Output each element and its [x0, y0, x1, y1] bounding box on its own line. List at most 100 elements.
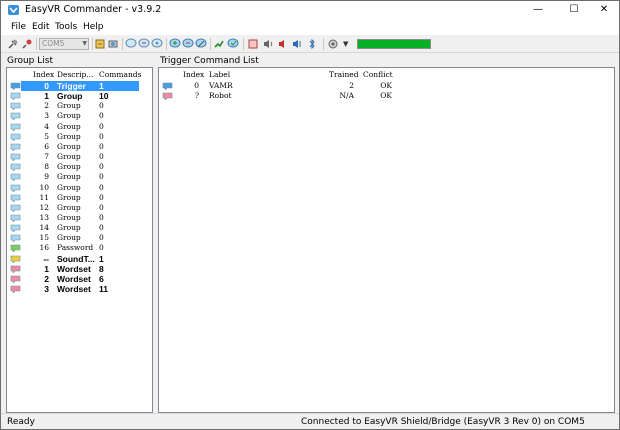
group-commands: 0 [99, 202, 104, 212]
column-header-commands[interactable]: Commands [99, 70, 141, 79]
bluetooth-icon[interactable] [306, 38, 318, 50]
group-commands: 0 [99, 162, 104, 172]
group-list-title: Group List [7, 56, 53, 66]
group-row[interactable]: 1 Group 10 [7, 91, 152, 101]
group-commands: 0 [99, 212, 104, 222]
group-description: Trigger [57, 81, 86, 91]
group-row[interactable]: 10 Group 0 [7, 183, 152, 193]
speech-bubble-pink-icon [10, 285, 21, 294]
speech-bubble-light-blue-icon [10, 112, 21, 122]
group-description: Group [57, 121, 81, 131]
group-commands: 6 [99, 273, 104, 284]
group-index: 13 [39, 212, 49, 222]
close-button[interactable]: ✕ [589, 1, 619, 19]
com-port-value: COM5 [42, 39, 65, 48]
toolbar-separator [243, 38, 244, 50]
chevron-down-icon[interactable]: ▼ [343, 38, 355, 50]
group-commands: 0 [99, 141, 104, 151]
group-row[interactable]: 15 Group 0 [7, 233, 152, 243]
column-header-description[interactable]: Descrip... [57, 70, 93, 79]
group-index: 1 [44, 91, 49, 102]
column-header-trained[interactable]: Trained [329, 70, 359, 79]
group-description: Wordset [57, 284, 91, 294]
command-label: Robot [209, 91, 232, 101]
group-index: 0 [44, 81, 49, 91]
command-row[interactable]: 0 VAMR 2 OK [159, 81, 614, 91]
group-row[interactable]: 2 Wordset 6 [7, 274, 152, 284]
group-row[interactable]: 4 Group 0 [7, 122, 152, 132]
toolbar-separator [36, 38, 37, 50]
group-index: 8 [44, 162, 49, 172]
command-list-title: Trigger Command List [160, 56, 259, 66]
column-header-label[interactable]: Label [209, 70, 230, 79]
options-icon[interactable] [327, 38, 339, 50]
group-row[interactable]: 12 Group 0 [7, 203, 152, 213]
group-row[interactable]: 3 Group 0 [7, 111, 152, 122]
group-row[interactable]: 6 Group 0 [7, 142, 152, 152]
test-icon[interactable] [227, 38, 239, 50]
command-label: VAMR [209, 81, 233, 90]
com-port-select[interactable]: COM5 ▼ [39, 38, 89, 50]
command-conflict: OK [380, 91, 392, 101]
add-group-icon[interactable] [125, 38, 137, 50]
group-row[interactable]: 16 Password 0 [7, 243, 152, 254]
speaker-icon[interactable] [262, 38, 274, 50]
group-index: 2 [44, 273, 49, 284]
group-row[interactable]: 8 Group 0 [7, 162, 152, 172]
add-command-icon[interactable] [169, 38, 181, 50]
column-header-index[interactable]: Index [33, 70, 54, 79]
group-row[interactable]: 13 Group 0 [7, 213, 152, 223]
group-commands: 0 [99, 131, 104, 141]
settings-icon[interactable] [94, 38, 106, 50]
menu-file[interactable]: File [11, 22, 26, 32]
speech-bubble-blue-icon [162, 82, 173, 91]
status-bar: Ready Connected to EasyVR Shield/Bridge … [1, 413, 619, 429]
group-description: Group [57, 172, 81, 182]
group-row[interactable]: 14 Group 0 [7, 223, 152, 233]
group-row[interactable]: 1 Wordset 8 [7, 264, 152, 274]
group-row[interactable]: 3 Wordset 11 [7, 284, 152, 294]
command-row[interactable]: ? Robot N/A OK [159, 91, 614, 101]
sound-table-icon[interactable] [291, 38, 303, 50]
menu-help[interactable]: Help [83, 22, 104, 32]
column-header-conflict[interactable]: Conflict [363, 70, 393, 79]
group-row[interactable]: 11 Group 0 [7, 193, 152, 203]
minimize-button[interactable]: — [523, 1, 553, 19]
group-description: Group [57, 91, 83, 102]
rename-command-icon[interactable] [195, 38, 207, 50]
refresh-icon[interactable] [107, 38, 119, 50]
menu-bar: File Edit Tools Help [1, 19, 619, 35]
group-index: 11 [39, 192, 49, 202]
title-bar[interactable]: EasyVR Commander - v3.9.2 — ☐ ✕ [1, 1, 619, 19]
menu-tools[interactable]: Tools [55, 22, 77, 32]
group-index: 6 [44, 141, 49, 151]
group-commands: 1 [99, 253, 104, 264]
group-row[interactable]: 7 Group 0 [7, 152, 152, 162]
remove-group-icon[interactable] [138, 38, 150, 50]
group-description: SoundT... [57, 253, 95, 264]
menu-edit[interactable]: Edit [32, 22, 49, 32]
group-commands: 0 [99, 243, 104, 253]
group-props-icon[interactable] [151, 38, 163, 50]
download-icon[interactable] [247, 38, 259, 50]
group-row[interactable]: 9 Group 0 [7, 172, 152, 183]
connect-icon[interactable] [7, 38, 19, 50]
train-icon[interactable] [213, 38, 225, 50]
group-row[interactable]: 5 Group 0 [7, 132, 152, 142]
disconnect-icon[interactable] [21, 38, 33, 50]
group-commands: 0 [99, 233, 104, 243]
group-row[interactable]: 2 Group 0 [7, 101, 152, 112]
group-description: Group [57, 212, 81, 222]
group-commands: 11 [99, 284, 108, 294]
group-row[interactable]: -- SoundT... 1 [7, 254, 152, 264]
group-index: 5 [44, 131, 49, 141]
speech-bubble-light-blue-icon [10, 204, 21, 213]
maximize-button[interactable]: ☐ [559, 1, 589, 19]
command-list[interactable]: Index Label Trained Conflict 0 VAMR 2 OK? Ro… [158, 67, 615, 413]
group-row-selected[interactable]: 0 Trigger 1 [7, 81, 152, 91]
play-sound-icon[interactable] [277, 38, 289, 50]
remove-command-icon[interactable] [182, 38, 194, 50]
column-header-index[interactable]: Index [183, 70, 204, 79]
command-index: ? [194, 91, 199, 101]
group-list[interactable]: Index Descrip... Commands 0 Trigger 1 1 Grou… [6, 67, 153, 413]
